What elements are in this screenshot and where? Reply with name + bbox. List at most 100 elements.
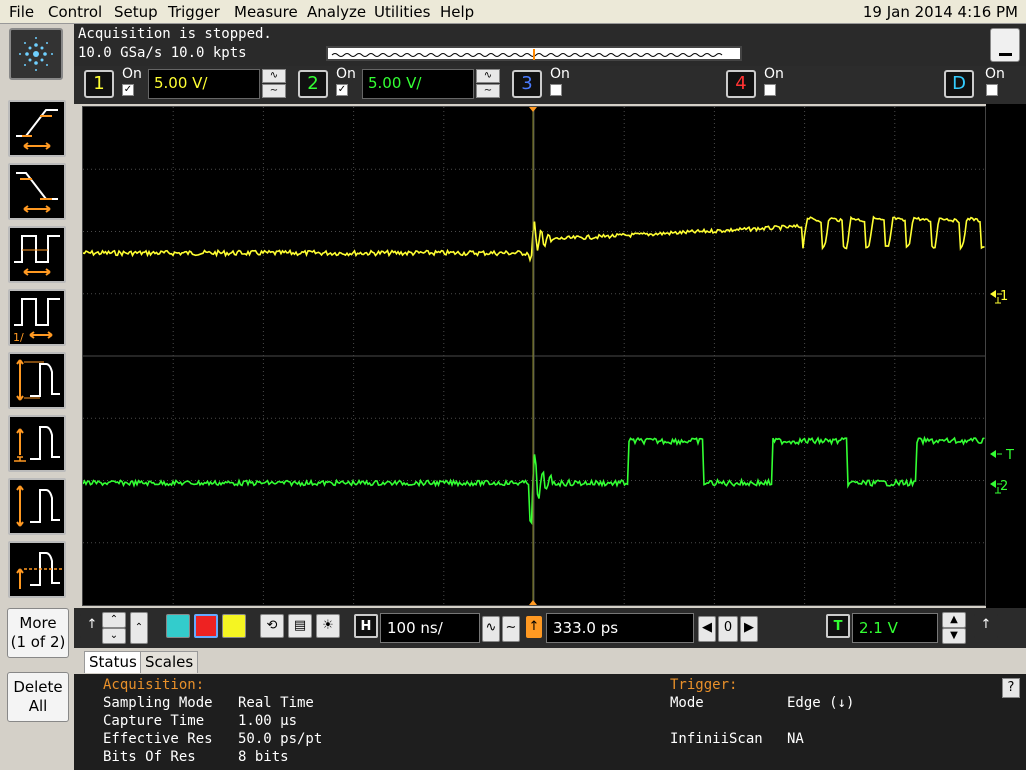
- amplitude-icon: [16, 485, 60, 527]
- vavg-button[interactable]: [8, 541, 66, 598]
- datetime-display: 19 Jan 2014 4:16 PM: [862, 3, 1018, 21]
- trigger-level-marker-icon[interactable]: [990, 450, 1002, 458]
- menu-bar: File Control Setup Trigger Measure Analy…: [0, 0, 1026, 24]
- status-tabs: Status Scales: [74, 648, 1026, 674]
- sample-rate-text: 10.0 GSa/s 10.0 kpts: [78, 45, 247, 61]
- trigger-position-icon[interactable]: ↑: [526, 616, 542, 638]
- ac-coupling-icon[interactable]: ∿: [476, 69, 500, 83]
- channel-3-on-label: On: [550, 66, 570, 82]
- period-button[interactable]: [8, 226, 66, 283]
- channel-2-badge[interactable]: 2: [298, 70, 328, 98]
- more-label: More: [19, 614, 57, 632]
- status-panel: Acquisition: Sampling Mode Real Time Cap…: [74, 674, 1026, 770]
- dc-coupling-icon[interactable]: ∼: [262, 84, 286, 98]
- color-grade-cyan-button[interactable]: [166, 614, 190, 638]
- color-grade-red-button[interactable]: [194, 614, 218, 638]
- print-icon[interactable]: ▤: [288, 614, 312, 638]
- channel-marker-gutter: 1 T 2: [986, 104, 1026, 608]
- channel-4-badge[interactable]: 4: [726, 70, 756, 98]
- max-voltage-icon: [14, 426, 60, 462]
- position-decrease-button[interactable]: ◀: [698, 616, 716, 642]
- horizontal-position-field[interactable]: 333.0 ps: [546, 613, 694, 643]
- autoscale-icon[interactable]: ⟲: [260, 614, 284, 638]
- status-key: Bits Of Res: [103, 749, 196, 765]
- vpp-button[interactable]: [8, 352, 66, 409]
- menu-measure[interactable]: Measure: [234, 3, 298, 21]
- channel-1-marker-label: 1: [1000, 289, 1008, 304]
- menu-file[interactable]: File: [9, 3, 34, 21]
- digital-channel-badge[interactable]: D: [944, 70, 974, 98]
- menu-analyze[interactable]: Analyze: [307, 3, 366, 21]
- rise-time-icon: [16, 109, 58, 150]
- delete-all-button[interactable]: Delete All: [7, 672, 69, 722]
- status-value: Real Time: [238, 695, 314, 711]
- agilent-logo-icon[interactable]: [9, 28, 63, 80]
- trigger-badge[interactable]: T: [826, 614, 850, 638]
- more-button[interactable]: More (1 of 2): [7, 608, 69, 658]
- expand-button[interactable]: ⌃: [130, 612, 148, 644]
- menu-help[interactable]: Help: [440, 3, 474, 21]
- vmax-button[interactable]: [8, 415, 66, 472]
- fine-adjust-icon[interactable]: ∿: [482, 616, 500, 642]
- channel-2-scale[interactable]: 5.00 V/: [362, 69, 474, 99]
- ac-coupling-icon[interactable]: ∿: [262, 69, 286, 83]
- channel-2-coupling[interactable]: ∿ ∼: [476, 69, 500, 99]
- status-key: Sampling Mode: [103, 695, 213, 711]
- waveform-overview-bar[interactable]: [326, 46, 742, 61]
- channel-1-scale[interactable]: 5.00 V/: [148, 69, 260, 99]
- digital-checkbox[interactable]: [986, 84, 998, 96]
- vamplitude-button[interactable]: [8, 478, 66, 535]
- menu-setup[interactable]: Setup: [114, 3, 158, 21]
- zoom-in-button[interactable]: ⌃: [102, 612, 126, 628]
- tab-status[interactable]: Status: [84, 651, 142, 673]
- brightness-icon[interactable]: ☀: [316, 614, 340, 638]
- channel-1-checkbox[interactable]: ✓: [122, 84, 134, 96]
- channel-3-badge[interactable]: 3: [512, 70, 542, 98]
- trigger-level-field[interactable]: 2.1 V: [852, 613, 938, 643]
- scroll-up-right-icon[interactable]: ↑: [974, 614, 998, 638]
- dc-coupling-icon[interactable]: ∼: [476, 84, 500, 98]
- menu-utilities[interactable]: Utilities: [374, 3, 430, 21]
- channel-2-checkbox[interactable]: ✓: [336, 84, 348, 96]
- channel-1-badge[interactable]: 1: [84, 70, 114, 98]
- trigger-header: Trigger:: [670, 677, 738, 693]
- help-button[interactable]: ?: [1002, 678, 1020, 698]
- svg-text:1/: 1/: [13, 331, 24, 344]
- position-reset-button[interactable]: 0: [718, 616, 738, 642]
- menu-trigger[interactable]: Trigger: [168, 3, 220, 21]
- color-grade-yellow-button[interactable]: [222, 614, 246, 638]
- rise-time-button[interactable]: [8, 100, 66, 157]
- zoom-out-button[interactable]: ⌄: [102, 628, 126, 644]
- channel-bar: 1 On ✓ 5.00 V/ ∿ ∼ 2 On ✓ 5.00 V/ ∿ ∼ 3 On…: [74, 66, 1026, 104]
- status-key: Mode: [670, 695, 704, 711]
- frequency-button[interactable]: 1/: [8, 289, 66, 346]
- horizontal-badge[interactable]: H: [354, 614, 378, 638]
- status-value: 50.0 ps/pt: [238, 731, 323, 747]
- position-increase-button[interactable]: ▶: [740, 616, 758, 642]
- tab-scales[interactable]: Scales: [140, 651, 199, 673]
- collapse-button[interactable]: [990, 28, 1020, 62]
- channel-3-checkbox[interactable]: [550, 84, 562, 96]
- status-value: NA: [787, 731, 804, 747]
- trigger-level-up-button[interactable]: ▲: [942, 612, 966, 628]
- status-key: InfiniiScan: [670, 731, 763, 747]
- period-icon: [14, 235, 60, 276]
- channel-1-coupling[interactable]: ∿ ∼: [262, 69, 286, 99]
- menu-control[interactable]: Control: [48, 3, 102, 21]
- channel-4-checkbox[interactable]: [764, 84, 776, 96]
- frequency-icon: 1/: [13, 298, 60, 344]
- fall-time-button[interactable]: [8, 163, 66, 220]
- trigger-time-top-arrow-icon: [529, 107, 537, 112]
- measurement-toolbar: 1/ More (1 of 2) Delete All: [0, 86, 74, 770]
- status-value: 8 bits: [238, 749, 289, 765]
- waveform-display[interactable]: [82, 106, 986, 606]
- scroll-up-icon[interactable]: ↑: [80, 614, 104, 638]
- acquisition-banner: Acquisition is stopped. 10.0 GSa/s 10.0 …: [74, 24, 1026, 66]
- coarse-adjust-icon[interactable]: ∼: [502, 616, 520, 642]
- channel-2-on-label: On: [336, 66, 356, 82]
- trigger-level-down-button[interactable]: ▼: [942, 628, 966, 644]
- channel-1-on-label: On: [122, 66, 142, 82]
- acquisition-status-text: Acquisition is stopped.: [78, 26, 272, 42]
- horizontal-scale-field[interactable]: 100 ns/: [380, 613, 480, 643]
- status-key: Effective Res: [103, 731, 213, 747]
